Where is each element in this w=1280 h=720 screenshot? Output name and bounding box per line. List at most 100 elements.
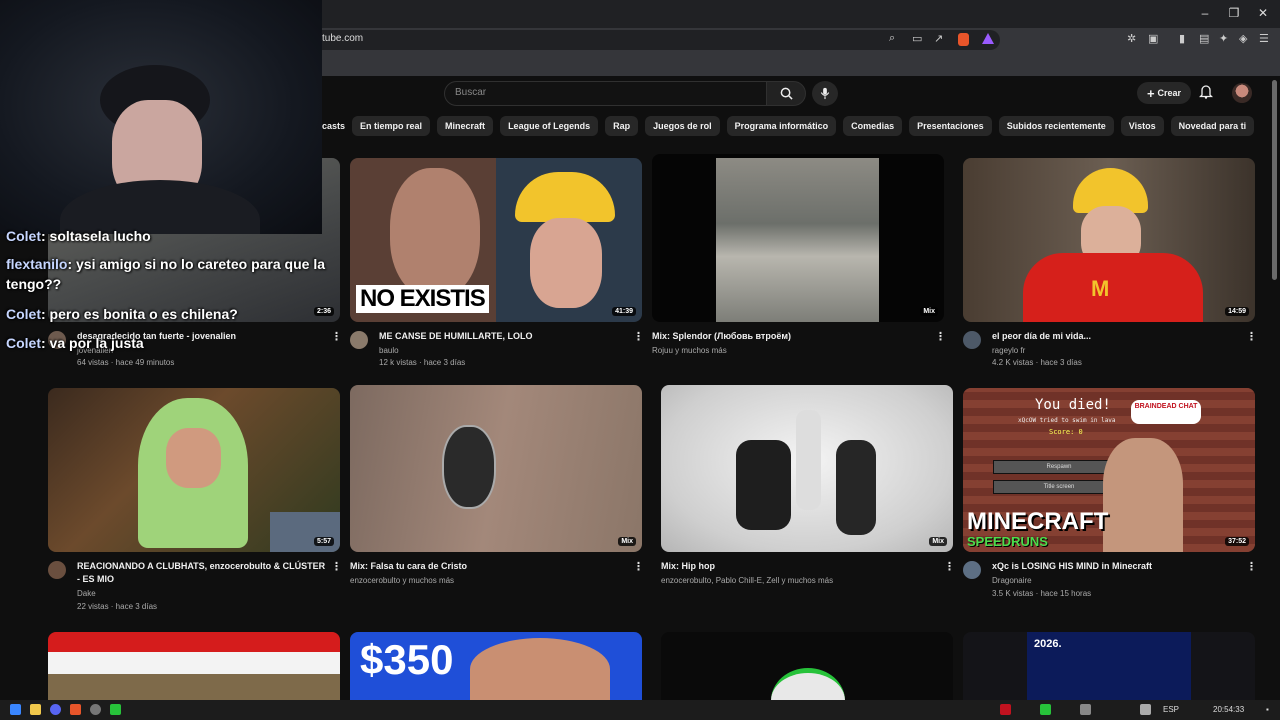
kick-icon[interactable] [110, 704, 121, 715]
logo-m: M [1091, 276, 1110, 301]
tab-search-icon[interactable]: ▣ [1148, 32, 1158, 45]
thumb-figure [736, 440, 791, 530]
more-options-icon[interactable]: ⋮ [331, 330, 342, 343]
video-thumbnail[interactable]: You died! xQcOW tried to swim in lava Sc… [963, 388, 1255, 552]
duration-badge: 14:59 [1225, 307, 1249, 316]
video-title[interactable]: ME CANSE DE HUMILLARTE, LOLO [379, 330, 624, 343]
chip[interactable]: En tiempo real [352, 116, 431, 136]
video-title[interactable]: REACIONANDO A CLUBHATS, enzocerobulto & … [77, 560, 327, 586]
chip[interactable]: Minecraft [437, 116, 494, 136]
minimize-button[interactable]: – [1197, 6, 1213, 20]
video-thumbnail[interactable]: Mix [661, 385, 953, 552]
chip[interactable]: Juegos de rol [645, 116, 720, 136]
video-title[interactable]: Mix: Splendor (Любовь втроём) [652, 330, 922, 343]
channel-name[interactable]: Dragonaire [992, 574, 1032, 587]
braindead-chat-bubble: BRAINDEAD CHAT [1131, 400, 1201, 424]
game-score-text: Score: 0 [1049, 428, 1083, 436]
brave-icon[interactable] [70, 704, 81, 715]
video-thumbnail[interactable]: M 14:59 [963, 158, 1255, 322]
video-thumbnail[interactable]: NO EXISTIS 41:39 [350, 158, 642, 322]
thumb-face [390, 168, 480, 298]
cast-icon[interactable]: ▭ [912, 32, 922, 45]
thumb-face [530, 218, 602, 308]
plus-icon: + [1146, 85, 1155, 101]
chip[interactable]: Comedias [843, 116, 903, 136]
menu-icon[interactable]: ☰ [1259, 32, 1269, 45]
more-options-icon[interactable]: ⋮ [944, 560, 955, 573]
video-title[interactable]: el peor día de mi vida... [992, 330, 1237, 343]
chip[interactable]: casts [322, 116, 345, 136]
chip[interactable]: Subidos recientemente [998, 116, 1114, 136]
channel-name[interactable]: Rojuu y muchos más [652, 344, 727, 357]
more-options-icon[interactable]: ⋮ [633, 330, 644, 343]
chip[interactable]: Rap [605, 116, 639, 136]
account-avatar[interactable] [1232, 83, 1252, 103]
wallet-icon[interactable]: ▤ [1199, 32, 1209, 45]
video-title[interactable]: Mix: Falsa tu cara de Cristo [350, 560, 620, 573]
chat-username: Colet [6, 335, 41, 351]
thumbnail-overlay-text: MINECRAFT [967, 508, 1109, 535]
search-button[interactable] [766, 81, 806, 106]
album-art [716, 158, 879, 322]
chip[interactable]: Vistos [1120, 116, 1164, 136]
clock[interactable]: 20:54:33 [1213, 705, 1244, 714]
channel-avatar[interactable] [963, 331, 981, 349]
page-scrollbar[interactable] [1272, 80, 1277, 280]
notification-center-icon[interactable]: ▪ [1266, 705, 1269, 714]
video-thumbnail[interactable]: $350 [350, 632, 642, 700]
maximize-button[interactable]: ❐ [1226, 6, 1242, 20]
channel-name[interactable]: Dake [77, 587, 96, 600]
search-placeholder: Buscar [455, 87, 487, 98]
more-options-icon[interactable]: ⋮ [331, 560, 342, 573]
more-options-icon[interactable]: ⋮ [935, 330, 946, 343]
video-thumbnail[interactable] [661, 632, 953, 700]
chip[interactable]: Programa informático [726, 116, 837, 136]
sidebar-icon[interactable]: ▮ [1179, 32, 1185, 45]
channel-avatar[interactable] [48, 561, 66, 579]
search-input[interactable]: Buscar [444, 81, 768, 106]
chat-text: : pero es bonita o es chilena? [41, 306, 238, 322]
chip[interactable]: Novedad para ti [1170, 116, 1255, 136]
channel-avatar[interactable] [350, 331, 368, 349]
video-title[interactable]: xQc is LOSING HIS MIND in Minecraft [992, 560, 1237, 573]
thumb-beanie [515, 172, 615, 222]
windows-start-icon[interactable] [10, 704, 21, 715]
video-meta: 64 vistas · hace 49 minutos [77, 358, 175, 367]
rewards-icon[interactable] [982, 33, 994, 44]
discord-icon[interactable] [50, 704, 61, 715]
channel-name[interactable]: enzocerobulto y muchos más [350, 574, 454, 587]
chip[interactable]: Presentaciones [909, 116, 992, 136]
tray-icon[interactable] [1080, 704, 1091, 715]
channel-name[interactable]: enzocerobulto, Pablo Chill-E, Zell y muc… [661, 574, 833, 587]
video-thumbnail[interactable]: 5:57 [48, 388, 340, 552]
share-icon[interactable]: ↗ [934, 32, 943, 45]
tray-icon[interactable] [1040, 704, 1051, 715]
brave-shield-icon[interactable] [958, 33, 969, 46]
thumb-figure [796, 410, 821, 510]
network-icon[interactable] [1140, 704, 1151, 715]
extensions-icon[interactable]: ✲ [1127, 32, 1136, 45]
create-button[interactable]: + Crear [1137, 82, 1191, 104]
more-options-icon[interactable]: ⋮ [1246, 560, 1257, 573]
close-button[interactable]: ✕ [1255, 6, 1271, 20]
app-icon[interactable] [90, 704, 101, 715]
chip[interactable]: League of Legends [500, 116, 599, 136]
create-label: Crear [1157, 88, 1182, 98]
leo-icon[interactable]: ✦ [1219, 32, 1228, 45]
language-indicator[interactable]: ESP [1163, 705, 1179, 714]
more-options-icon[interactable]: ⋮ [1246, 330, 1257, 343]
video-thumbnail[interactable]: Mix [652, 154, 944, 322]
video-thumbnail[interactable]: Mix [350, 385, 642, 552]
file-explorer-icon[interactable] [30, 704, 41, 715]
video-thumbnail[interactable]: 2026. [963, 632, 1255, 700]
vpn-icon[interactable]: ◈ [1239, 32, 1247, 45]
voice-search-button[interactable] [812, 81, 838, 106]
channel-avatar[interactable] [963, 561, 981, 579]
video-title[interactable]: Mix: Hip hop [661, 560, 931, 573]
notifications-button[interactable] [1198, 84, 1214, 104]
tray-icon[interactable] [1000, 704, 1011, 715]
microphone-icon [820, 87, 830, 100]
zoom-icon[interactable]: ⌕ [889, 32, 895, 45]
video-thumbnail[interactable] [48, 632, 340, 700]
more-options-icon[interactable]: ⋮ [633, 560, 644, 573]
